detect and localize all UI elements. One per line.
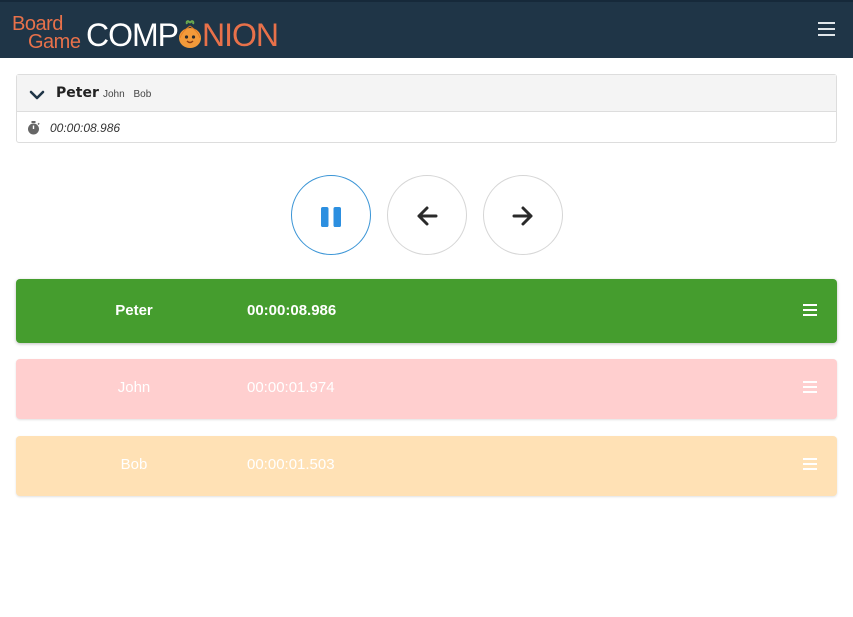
panel-header[interactable]: Peter John Bob bbox=[17, 75, 836, 112]
brand-companion-word: COMP NION bbox=[86, 17, 279, 53]
chevron-down-icon[interactable] bbox=[29, 87, 45, 100]
current-elapsed-time: 00:00:08.986 bbox=[50, 121, 121, 135]
navbar: Board Game COMP NION bbox=[0, 0, 853, 58]
brand-logo[interactable]: Board Game COMP NION bbox=[12, 14, 279, 53]
current-turn-panel: Peter John Bob 00:00:08.986 bbox=[16, 74, 837, 143]
onion-mascot-icon bbox=[177, 20, 203, 50]
player-time: 00:00:01.974 bbox=[247, 379, 335, 396]
player-name: Bob bbox=[120, 456, 148, 473]
pause-icon bbox=[321, 207, 341, 227]
player-card[interactable]: Peter 00:00:08.986 bbox=[16, 279, 837, 343]
next-player-button[interactable] bbox=[483, 175, 563, 255]
drag-handle-icon[interactable] bbox=[803, 304, 817, 318]
player-card[interactable]: Bob 00:00:01.503 bbox=[16, 436, 837, 496]
brand-line-game: Game bbox=[28, 31, 81, 53]
other-player-name: Bob bbox=[133, 89, 152, 100]
pause-button[interactable] bbox=[291, 175, 371, 255]
player-name: Peter bbox=[115, 302, 153, 319]
other-players-list: John Bob bbox=[103, 89, 157, 100]
player-time: 00:00:08.986 bbox=[247, 302, 337, 319]
brand-word-end: NION bbox=[202, 17, 279, 53]
previous-player-button[interactable] bbox=[387, 175, 467, 255]
player-card[interactable]: John 00:00:01.974 bbox=[16, 359, 837, 419]
player-time: 00:00:01.503 bbox=[247, 456, 335, 473]
stopwatch-icon bbox=[27, 120, 40, 135]
arrow-right-icon bbox=[512, 206, 533, 226]
current-player-name: Peter bbox=[56, 85, 99, 101]
player-name: John bbox=[117, 379, 151, 396]
hamburger-icon[interactable] bbox=[818, 22, 836, 36]
drag-handle-icon[interactable] bbox=[803, 458, 817, 472]
arrow-left-icon bbox=[417, 206, 438, 226]
other-player-name: John bbox=[103, 89, 125, 100]
brand-word-start: COMP bbox=[86, 17, 179, 53]
drag-handle-icon[interactable] bbox=[803, 381, 817, 395]
